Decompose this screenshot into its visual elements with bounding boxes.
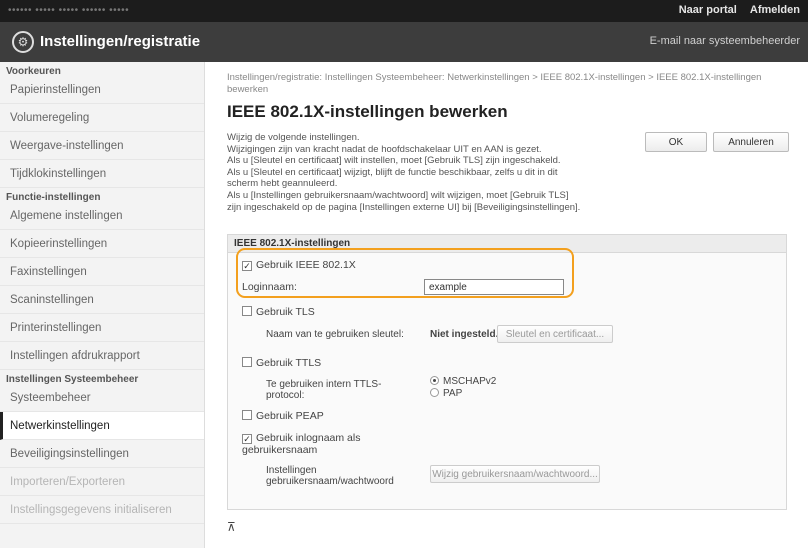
portal-link[interactable]: Naar portal bbox=[679, 4, 737, 16]
note-line: zijn ingeschakeld op de pagina [Instelli… bbox=[227, 201, 581, 213]
top-links: Naar portal Afmelden bbox=[669, 4, 800, 16]
note-line: Als u [Sleutel en certificaat] wilt inst… bbox=[227, 155, 561, 167]
mschapv2-option[interactable]: MSCHAPv2 bbox=[430, 376, 496, 387]
sidebar-item-fax[interactable]: Faxinstellingen bbox=[0, 258, 204, 286]
sidebar-heading-system: Instellingen Systeembeheer bbox=[6, 374, 139, 385]
use-tls-label: Gebruik TLS bbox=[256, 306, 315, 318]
sidebar-item-scan[interactable]: Scaninstellingen bbox=[0, 286, 204, 314]
use-ieee-row: ✓ Gebruik IEEE 802.1X bbox=[242, 259, 356, 271]
sidebar-heading-functions: Functie-instellingen bbox=[6, 192, 101, 203]
login-name-input[interactable] bbox=[424, 279, 564, 295]
sidebar-item-system-management[interactable]: Systeembeheer bbox=[0, 384, 204, 412]
use-tls-row: Gebruik TLS bbox=[242, 306, 315, 318]
use-ttls-row: Gebruik TTLS bbox=[242, 357, 321, 369]
use-peap-checkbox[interactable] bbox=[242, 410, 252, 420]
mschapv2-label: MSCHAPv2 bbox=[443, 376, 497, 387]
top-bar: •••••• ••••• ••••• •••••• ••••• Naar por… bbox=[0, 0, 808, 22]
sidebar-item-security[interactable]: Beveiligingsinstellingen bbox=[0, 440, 204, 468]
mschapv2-radio[interactable] bbox=[430, 376, 439, 385]
use-ttls-checkbox[interactable] bbox=[242, 357, 252, 367]
top-arrow-icon[interactable]: ⊼ bbox=[227, 520, 236, 534]
key-cert-button[interactable]: Sleutel en certificaat... bbox=[497, 325, 613, 343]
sidebar-item-initialize[interactable]: Instellingsgegevens initialiseren bbox=[0, 496, 204, 524]
pap-label: PAP bbox=[443, 388, 463, 399]
settings-gear-icon: ⚙ bbox=[12, 31, 34, 53]
use-ttls-label: Gebruik TTLS bbox=[256, 357, 322, 369]
sidebar: Voorkeuren Papierinstellingen Volumerege… bbox=[0, 62, 205, 548]
pap-option[interactable]: PAP bbox=[430, 388, 462, 399]
use-login-as-user-row: ✓ Gebruik inlognaam als gebruikersnaam bbox=[242, 432, 362, 456]
user-pass-settings-label: Instellingen gebruikersnaam/wachtwoord bbox=[266, 465, 394, 487]
use-peap-label: Gebruik PEAP bbox=[256, 410, 324, 422]
login-label: Loginnaam: bbox=[242, 281, 297, 293]
pap-radio[interactable] bbox=[430, 388, 439, 397]
instructions: Wijzig de volgende instellingen. Wijzigi… bbox=[227, 132, 632, 213]
use-login-as-user-label: Gebruik inlognaam als gebruikersnaam bbox=[242, 432, 361, 456]
note-line: Wijzig de volgende instellingen. bbox=[227, 132, 360, 143]
key-name-value: Niet ingesteld. bbox=[430, 329, 499, 340]
change-user-pass-button[interactable]: Wijzig gebruikersnaam/wachtwoord... bbox=[430, 465, 600, 483]
sidebar-item-printer[interactable]: Printerinstellingen bbox=[0, 314, 204, 342]
sidebar-item-network[interactable]: Netwerkinstellingen bbox=[0, 412, 204, 440]
sidebar-heading-preferences: Voorkeuren bbox=[6, 66, 61, 77]
device-name: •••••• ••••• ••••• •••••• ••••• bbox=[8, 5, 130, 16]
note-line: Wijzigingen zijn van kracht nadat de hoo… bbox=[227, 143, 542, 155]
sidebar-item-copy[interactable]: Kopieerinstellingen bbox=[0, 230, 204, 258]
use-ieee-checkbox[interactable]: ✓ bbox=[242, 261, 252, 271]
note-line: scherm hebt geannuleerd. bbox=[227, 178, 338, 190]
ttls-protocol-label: Te gebruiken intern TTLS-protocol: bbox=[266, 379, 382, 401]
sidebar-item-display[interactable]: Weergave-instellingen bbox=[0, 132, 204, 160]
sidebar-item-import-export[interactable]: Importeren/Exporteren bbox=[0, 468, 204, 496]
note-line: Als u [Instellingen gebruikersnaam/wacht… bbox=[227, 189, 569, 201]
logout-link[interactable]: Afmelden bbox=[750, 4, 800, 16]
main-content: Instellingen/registratie: Instellingen S… bbox=[205, 62, 808, 548]
use-tls-checkbox[interactable] bbox=[242, 306, 252, 316]
breadcrumb: Instellingen/registratie: Instellingen S… bbox=[227, 72, 762, 95]
ok-button[interactable]: OK bbox=[645, 132, 707, 152]
sidebar-item-timer[interactable]: Tijdklokinstellingen bbox=[0, 160, 204, 188]
use-peap-row: Gebruik PEAP bbox=[242, 410, 324, 422]
use-ieee-label: Gebruik IEEE 802.1X bbox=[256, 259, 356, 271]
title-bar: ⚙ Instellingen/registratie E-mail naar s… bbox=[0, 22, 808, 62]
note-line: Als u [Sleutel en certificaat] wijzigt, … bbox=[227, 166, 558, 178]
key-name-label: Naam van te gebruiken sleutel: bbox=[266, 329, 404, 340]
sidebar-item-report[interactable]: Instellingen afdrukrapport bbox=[0, 342, 204, 370]
app-title: Instellingen/registratie bbox=[40, 33, 201, 50]
page-title: IEEE 802.1X-instellingen bewerken bbox=[227, 102, 508, 121]
sidebar-item-paper[interactable]: Papierinstellingen bbox=[0, 76, 204, 104]
cancel-button[interactable]: Annuleren bbox=[713, 132, 789, 152]
use-login-as-user-checkbox[interactable]: ✓ bbox=[242, 434, 252, 444]
sidebar-item-general[interactable]: Algemene instellingen bbox=[0, 202, 204, 230]
sidebar-item-volume[interactable]: Volumeregeling bbox=[0, 104, 204, 132]
email-admin-link[interactable]: E-mail naar systeembeheerder bbox=[650, 35, 800, 47]
